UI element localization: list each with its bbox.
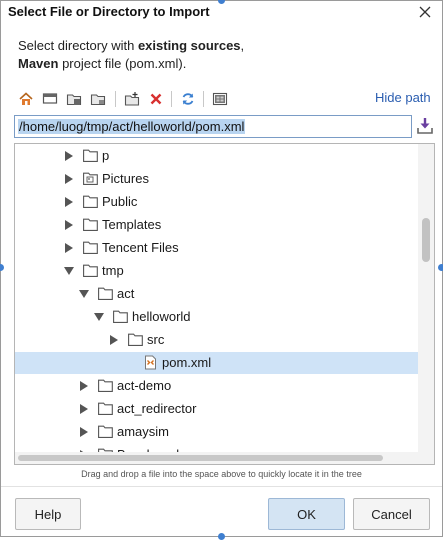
maven-file-icon xyxy=(145,355,156,370)
desktop-icon xyxy=(42,93,58,104)
collapsed-arrow-icon[interactable] xyxy=(109,335,119,345)
toolbar: Hide path xyxy=(15,88,435,110)
collapsed-arrow-icon[interactable] xyxy=(79,404,89,414)
description-text: , xyxy=(240,38,245,53)
tree-row[interactable]: act xyxy=(15,283,418,305)
tree-row[interactable]: Tencent Files xyxy=(15,237,418,259)
description-text: Select directory with xyxy=(18,38,138,53)
collapsed-arrow-icon[interactable] xyxy=(64,197,74,207)
tree-row-label: Tencent Files xyxy=(102,240,179,255)
tree-row-label: act-demo xyxy=(117,378,172,393)
folder-icon xyxy=(128,333,143,346)
tree-row[interactable]: pom.xml xyxy=(15,352,418,374)
tree-row[interactable]: tmp xyxy=(15,260,418,282)
cancel-button[interactable]: Cancel xyxy=(353,498,430,530)
folder-icon xyxy=(98,287,113,300)
tree-row[interactable]: act_redirector xyxy=(15,398,418,420)
pictures-folder-icon xyxy=(83,172,98,185)
tree-row[interactable]: amaysim xyxy=(15,421,418,443)
path-input-value: /home/luog/tmp/act/helloworld/pom.xml xyxy=(18,119,246,134)
description-text: project file (pom.xml). xyxy=(58,56,187,71)
expanded-arrow-icon[interactable] xyxy=(94,312,104,322)
folder-icon xyxy=(98,379,113,392)
tree-row-label: Templates xyxy=(102,217,162,232)
tree-row-label: act xyxy=(117,286,135,301)
delete-icon xyxy=(150,93,162,105)
tree-row-label: Pictures xyxy=(102,171,149,186)
tree-row-label: pom.xml xyxy=(162,355,212,370)
collapsed-arrow-icon[interactable] xyxy=(79,381,89,391)
tree-row[interactable]: Pictures xyxy=(15,168,418,190)
collapsed-arrow-icon[interactable] xyxy=(64,243,74,253)
resize-handle-right[interactable] xyxy=(438,264,443,271)
description: Select directory with existing sources, … xyxy=(18,37,244,73)
show-hidden-icon xyxy=(212,92,228,106)
description-bold: Maven xyxy=(18,56,59,71)
tree-row-label: Public xyxy=(102,194,138,209)
tree-row-label: tmp xyxy=(102,263,124,278)
hide-path-link[interactable]: Hide path xyxy=(375,90,431,105)
refresh-icon xyxy=(182,93,194,105)
folder-icon xyxy=(83,218,98,231)
tree-row-label: act_redirector xyxy=(117,401,197,416)
horizontal-scrollbar[interactable] xyxy=(15,452,434,464)
folder-icon xyxy=(83,195,98,208)
collapsed-arrow-icon[interactable] xyxy=(64,174,74,184)
collapsed-arrow-icon[interactable] xyxy=(64,151,74,161)
new-folder-icon xyxy=(124,92,140,106)
collapsed-arrow-icon[interactable] xyxy=(64,220,74,230)
horizontal-scroll-thumb[interactable] xyxy=(18,455,383,461)
help-button[interactable]: Help xyxy=(15,498,81,530)
toolbar-separator xyxy=(171,91,172,107)
tree-row[interactable]: Public xyxy=(15,191,418,213)
folder-icon xyxy=(98,425,113,438)
tree-row[interactable]: Templates xyxy=(15,214,418,236)
delete-button[interactable] xyxy=(145,88,167,110)
import-dialog: Select File or Directory to Import Selec… xyxy=(0,0,443,537)
module-folder-button[interactable] xyxy=(87,88,109,110)
tree-row-label: p xyxy=(102,148,110,163)
module-folder-icon xyxy=(90,94,106,106)
project-folder-icon xyxy=(66,94,82,106)
project-folder-button[interactable] xyxy=(63,88,85,110)
refresh-button[interactable] xyxy=(177,88,199,110)
desktop-button[interactable] xyxy=(39,88,61,110)
show-hidden-button[interactable] xyxy=(209,88,231,110)
tree-row[interactable]: src xyxy=(15,329,418,351)
tree-row-label: helloworld xyxy=(132,309,191,324)
new-folder-button[interactable] xyxy=(121,88,143,110)
folder-icon xyxy=(98,402,113,415)
close-icon[interactable] xyxy=(417,4,433,20)
download-path-icon[interactable] xyxy=(415,116,435,136)
collapsed-arrow-icon[interactable] xyxy=(79,427,89,437)
vertical-scroll-thumb[interactable] xyxy=(422,218,430,262)
expanded-arrow-icon[interactable] xyxy=(64,266,74,276)
tree-row-label: src xyxy=(147,332,165,347)
vertical-scrollbar[interactable] xyxy=(418,144,434,452)
description-bold: existing sources xyxy=(137,38,241,53)
toolbar-separator xyxy=(115,91,116,107)
title-bar: Select File or Directory to Import xyxy=(1,1,442,25)
window-title: Select File or Directory to Import xyxy=(8,4,210,19)
expanded-arrow-icon[interactable] xyxy=(79,289,89,299)
folder-icon xyxy=(83,149,98,162)
folder-icon xyxy=(113,310,128,323)
folder-icon xyxy=(83,241,98,254)
home-button[interactable] xyxy=(15,88,37,110)
path-input[interactable]: /home/luog/tmp/act/helloworld/pom.xml xyxy=(14,115,412,138)
home-icon xyxy=(19,92,33,105)
ok-button[interactable]: OK xyxy=(268,498,345,530)
tree-row[interactable]: act-demo xyxy=(15,375,418,397)
tree-row[interactable]: helloworld xyxy=(15,306,418,328)
folder-icon xyxy=(83,264,98,277)
file-tree[interactable]: Benchmarkamaysimact_redirectoract-demopo… xyxy=(14,143,435,465)
tree-row[interactable]: p xyxy=(15,145,418,167)
button-divider xyxy=(1,486,442,487)
drag-drop-hint: Drag and drop a file into the space abov… xyxy=(81,469,362,479)
tree-row-label: amaysim xyxy=(117,424,170,439)
toolbar-separator xyxy=(203,91,204,107)
